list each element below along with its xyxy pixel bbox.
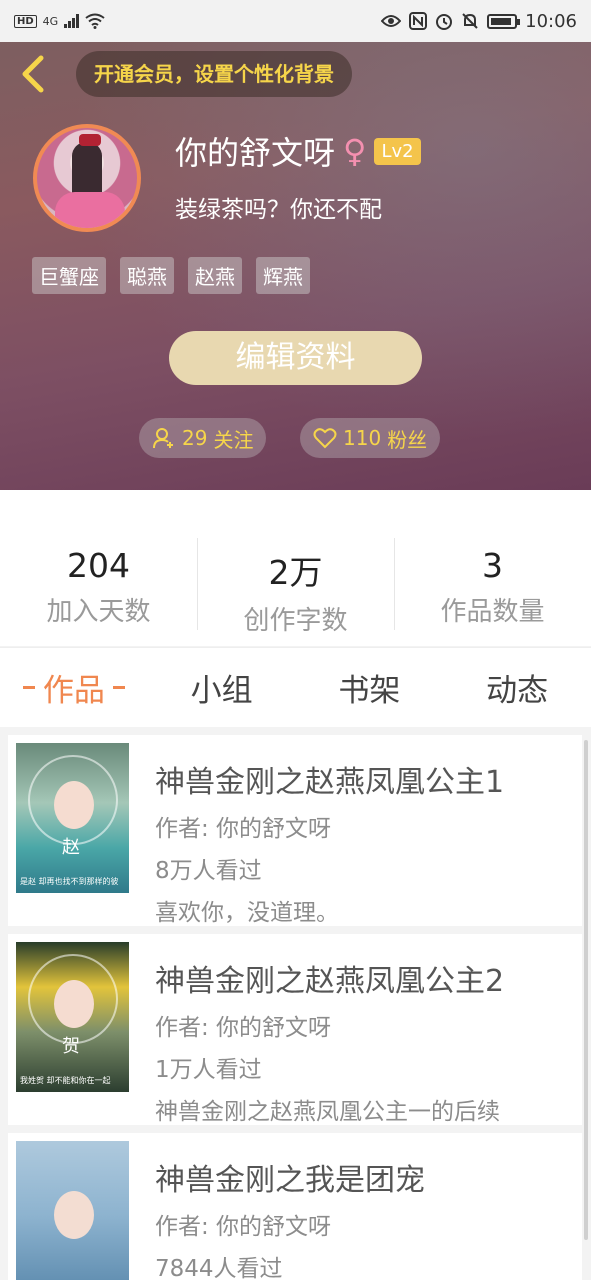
edit-profile-button[interactable]: 编辑资料 [169, 331, 422, 385]
work-views: 8万人看过 [155, 858, 262, 884]
user-bio: 装绿茶吗？你还不配 [175, 197, 382, 223]
stat-label: 作品数量 [440, 597, 545, 627]
level-badge: Lv2 [374, 137, 421, 165]
stat-works: 3 作品数量 [394, 490, 591, 646]
book-cover: 贺 我姓贺 却不能和你在一起 [16, 942, 129, 1092]
stat-value: 3 [482, 546, 503, 585]
work-author: 作者: 你的舒文呀 [155, 1015, 332, 1041]
tab-label: 书架 [338, 673, 401, 709]
work-card[interactable]: 贺 我姓贺 却不能和你在一起 神兽金刚之赵燕凤凰公主2 作者: 你的舒文呀 1万… [8, 934, 582, 1125]
signal-icon [64, 14, 80, 28]
chevron-left-icon [22, 55, 44, 93]
stat-label: 加入天数 [46, 597, 151, 627]
alarm-icon [436, 14, 453, 30]
female-icon: ♀ [343, 132, 367, 170]
tag-chip[interactable]: 巨蟹座 [32, 257, 106, 294]
work-author: 作者: 你的舒文呀 [155, 816, 332, 842]
tab-works[interactable]: 作品 [0, 648, 148, 727]
following-count: 29 [182, 426, 208, 450]
tab-bookshelf[interactable]: 书架 [296, 648, 444, 727]
eye-icon [381, 15, 402, 27]
nfc-icon [409, 12, 428, 30]
fans-label: 粉丝 [387, 427, 428, 452]
following-label: 关注 [213, 427, 254, 452]
tab-activity[interactable]: 动态 [443, 648, 591, 727]
stat-value: 204 [67, 546, 130, 585]
stat-label: 创作字数 [243, 606, 348, 636]
user-name: 你的舒文呀 [175, 134, 336, 172]
scrollbar[interactable] [584, 740, 588, 1240]
work-author: 作者: 你的舒文呀 [155, 1214, 332, 1240]
work-views: 7844人看过 [155, 1256, 283, 1280]
tag-chip[interactable]: 辉燕 [256, 257, 310, 294]
work-title: 神兽金刚之赵燕凤凰公主1 [155, 765, 505, 800]
stat-days: 204 加入天数 [0, 490, 197, 646]
work-card[interactable]: 赵 是赵 却再也找不到那样的彼 神兽金刚之赵燕凤凰公主1 作者: 你的舒文呀 8… [8, 735, 582, 926]
book-cover: 赵 是赵 却再也找不到那样的彼 [16, 743, 129, 893]
tag-chip[interactable]: 聪燕 [120, 257, 174, 294]
stats-bar: 204 加入天数 2万 创作字数 3 作品数量 [0, 490, 591, 646]
work-desc: 神兽金刚之赵燕凤凰公主一的后续 [155, 1099, 500, 1125]
name-row: 你的舒文呀 ♀ Lv2 [175, 128, 421, 174]
tab-bar: 作品 小组 书架 动态 [0, 647, 591, 727]
tag-list: 巨蟹座 聪燕 赵燕 辉燕 [32, 257, 310, 294]
fans-button[interactable]: 110 粉丝 [300, 418, 441, 458]
stat-value: 2万 [268, 553, 323, 592]
following-button[interactable]: 29 关注 [139, 418, 267, 458]
tag-chip[interactable]: 赵燕 [188, 257, 242, 294]
work-views: 1万人看过 [155, 1057, 262, 1083]
heart-icon [313, 428, 337, 449]
work-title: 神兽金刚之我是团宠 [155, 1163, 425, 1198]
status-bar: HD 4G 10:06 [0, 0, 591, 42]
tab-label: 动态 [486, 673, 549, 709]
book-cover [16, 1141, 129, 1280]
stat-words: 2万 创作字数 [197, 490, 394, 646]
user-add-icon [153, 428, 173, 449]
work-card[interactable]: 神兽金刚之我是团宠 作者: 你的舒文呀 7844人看过 [8, 1133, 582, 1280]
avatar[interactable] [33, 124, 141, 232]
wifi-icon [85, 13, 105, 29]
mute-icon [462, 13, 478, 29]
vip-banner-button[interactable]: 开通会员，设置个性化背景 [76, 51, 352, 97]
tab-groups[interactable]: 小组 [148, 648, 296, 727]
network-type: 4G [42, 14, 59, 28]
work-title: 神兽金刚之赵燕凤凰公主2 [155, 964, 505, 999]
fans-count: 110 [343, 426, 382, 450]
tab-label: 作品 [42, 673, 105, 709]
tab-label: 小组 [190, 673, 253, 709]
back-button[interactable] [14, 52, 50, 96]
hd-badge: HD [14, 14, 37, 28]
clock: 10:06 [525, 10, 577, 32]
battery-icon [487, 13, 521, 29]
work-desc: 喜欢你，没道理。 [155, 900, 339, 926]
